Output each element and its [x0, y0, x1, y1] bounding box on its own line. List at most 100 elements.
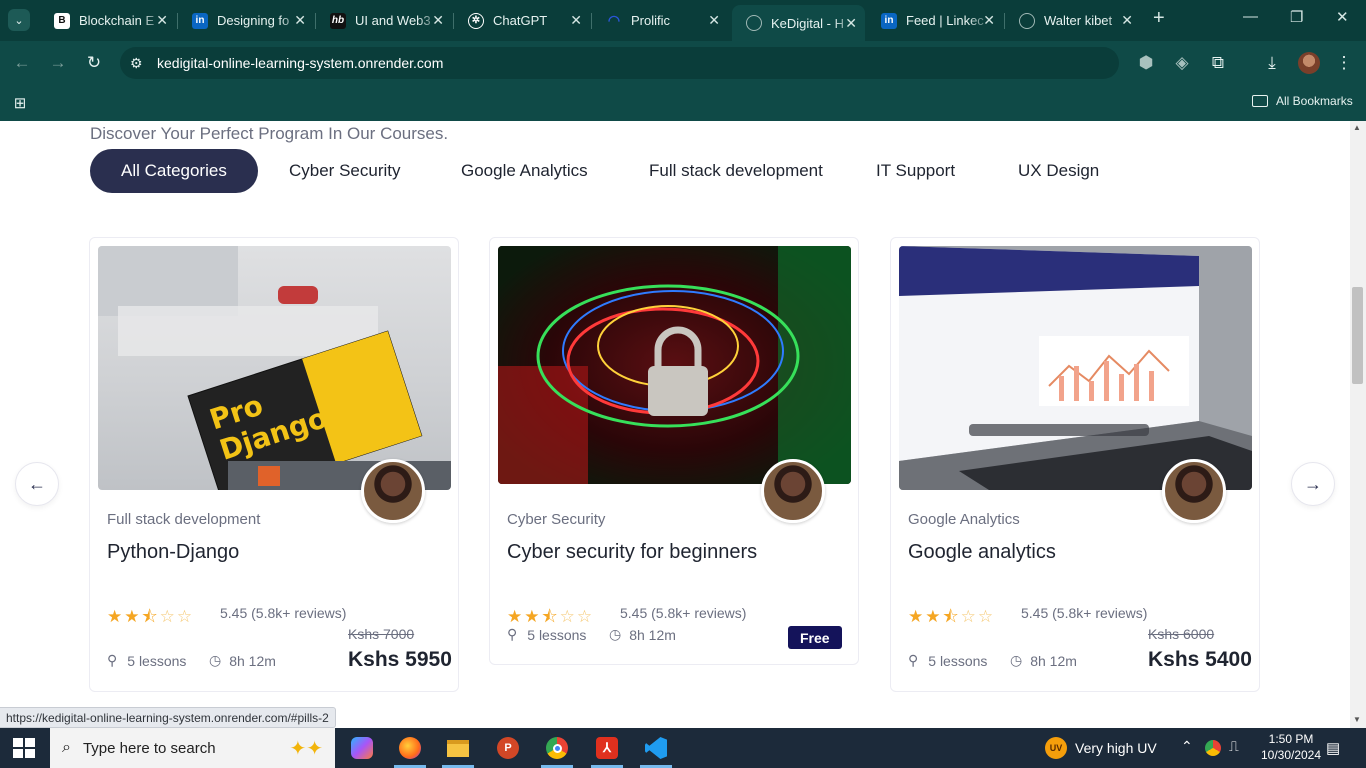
- tab-search-button[interactable]: ⌄: [8, 9, 30, 31]
- restore-icon[interactable]: ❐: [1290, 8, 1303, 26]
- url-text[interactable]: kedigital-online-learning-system.onrende…: [157, 55, 443, 71]
- lessons-icon: ⚲: [908, 652, 919, 668]
- new-tab-plus-icon[interactable]: +: [1153, 7, 1165, 30]
- tab-strip: ⌄ B Blockchain E ✕ in Designing fo ✕ hb …: [0, 0, 1366, 41]
- course-duration: ◷ 8h 12m: [1010, 652, 1077, 669]
- course-price: Kshs 5400: [1148, 648, 1252, 671]
- chevron-up-icon[interactable]: ⌃: [1181, 738, 1193, 755]
- course-card[interactable]: Pro Django Full stack development Python…: [89, 237, 459, 692]
- category-pill-ux-design[interactable]: UX Design: [1018, 149, 1099, 193]
- scroll-down-icon[interactable]: ▼: [1353, 715, 1361, 724]
- taskbar-firefox-icon[interactable]: [386, 728, 434, 768]
- all-bookmarks-button[interactable]: All Bookmarks: [1252, 94, 1353, 108]
- lessons-icon: ⚲: [107, 652, 118, 668]
- course-card[interactable]: Google Analytics Google analytics ★★⯪☆☆ …: [890, 237, 1260, 692]
- taskbar-acrobat-icon[interactable]: ⅄: [583, 728, 631, 768]
- linkedin-favicon-icon: in: [192, 12, 208, 29]
- browser-tab[interactable]: hb UI and Web3 ✕: [316, 4, 452, 37]
- close-icon[interactable]: ✕: [1121, 12, 1133, 29]
- blockchain-favicon-icon: B: [54, 12, 70, 29]
- close-icon[interactable]: ✕: [983, 12, 995, 29]
- course-duration: ◷ 8h 12m: [609, 626, 676, 643]
- tab-title: Feed | Linkec: [906, 13, 992, 28]
- search-highlight-icon: ✦✦: [289, 737, 323, 760]
- download-icon[interactable]: ⤓: [1260, 51, 1284, 75]
- close-icon[interactable]: ✕: [294, 12, 306, 29]
- close-icon[interactable]: ✕: [708, 12, 720, 29]
- course-thumbnail: [899, 246, 1252, 490]
- tray-chrome-icon[interactable]: [1205, 740, 1221, 756]
- taskbar-file-explorer-icon[interactable]: [434, 728, 482, 768]
- apps-grid-icon[interactable]: ⊞: [8, 91, 32, 115]
- extensions-puzzle-icon[interactable]: ⧉: [1206, 51, 1230, 75]
- close-icon[interactable]: ✕: [432, 12, 444, 29]
- prolific-favicon-icon: ◠: [607, 12, 621, 28]
- windows-start-icon[interactable]: [13, 738, 35, 758]
- profile-avatar[interactable]: [1298, 52, 1320, 74]
- taskbar-copilot-icon[interactable]: [338, 728, 386, 768]
- tab-title: UI and Web3: [355, 13, 441, 28]
- weather-text: Very high UV: [1075, 740, 1157, 756]
- category-pill-full-stack[interactable]: Full stack development: [649, 149, 823, 193]
- scrollbar-thumb[interactable]: [1352, 287, 1363, 384]
- close-icon[interactable]: ✕: [156, 12, 168, 29]
- tab-title: KeDigital - H: [771, 15, 857, 31]
- clock[interactable]: 1:50 PM 10/30/2024: [1257, 732, 1325, 762]
- course-rating: 5.45 (5.8k+ reviews): [620, 605, 747, 621]
- course-card[interactable]: Cyber Security Cyber security for beginn…: [489, 237, 859, 665]
- folder-icon: [1252, 95, 1268, 107]
- course-category: Full stack development: [107, 511, 261, 528]
- notifications-icon[interactable]: ▤: [1326, 739, 1340, 757]
- course-title[interactable]: Cyber security for beginners: [507, 541, 757, 564]
- all-bookmarks-label: All Bookmarks: [1276, 94, 1353, 108]
- network-icon[interactable]: ⎍: [1229, 738, 1239, 755]
- taskbar-search-box[interactable]: ⌕ Type here to search ✦✦: [50, 728, 335, 768]
- forward-arrow-icon[interactable]: →: [46, 51, 70, 75]
- tab-title: Prolific: [631, 13, 717, 28]
- browser-tab-active[interactable]: KeDigital - H ✕: [732, 5, 865, 41]
- back-arrow-icon[interactable]: ←: [10, 51, 34, 75]
- star-rating-icon: ★★⯪☆☆: [908, 607, 996, 626]
- close-icon[interactable]: ✕: [845, 15, 857, 32]
- taskbar-powerpoint-icon[interactable]: P: [484, 728, 532, 768]
- course-category: Google Analytics: [908, 511, 1020, 528]
- close-icon[interactable]: ✕: [570, 12, 582, 29]
- link-status-bar: https://kedigital-online-learning-system…: [0, 707, 336, 728]
- taskbar-chrome-icon[interactable]: [533, 728, 581, 768]
- window-close-icon[interactable]: ✕: [1336, 8, 1349, 26]
- browser-tab[interactable]: B Blockchain E ✕: [40, 4, 176, 37]
- category-pill-it-support[interactable]: IT Support: [876, 149, 955, 193]
- minimize-icon[interactable]: —: [1243, 8, 1258, 25]
- clock-time: 1:50 PM: [1268, 732, 1314, 746]
- browser-tab[interactable]: in Feed | Linkec ✕: [867, 4, 1003, 37]
- course-rating: 5.45 (5.8k+ reviews): [1021, 605, 1148, 621]
- carousel-next-button[interactable]: →: [1291, 462, 1335, 506]
- extension-badge-icon[interactable]: ◈: [1170, 51, 1194, 75]
- site-settings-icon[interactable]: ⚙: [130, 55, 154, 72]
- taskbar-vscode-icon[interactable]: [632, 728, 680, 768]
- weather-widget[interactable]: UV Very high UV: [1045, 737, 1157, 759]
- category-pill-all[interactable]: All Categories: [90, 149, 258, 193]
- lessons-icon: ⚲: [507, 626, 518, 642]
- bookmarks-bar: ⊞ All Bookmarks: [0, 85, 1366, 121]
- carousel-prev-button[interactable]: ←: [15, 462, 59, 506]
- browser-tab[interactable]: in Designing fo ✕: [178, 4, 314, 37]
- course-title[interactable]: Python-Django: [107, 541, 239, 564]
- category-pill-cyber-security[interactable]: Cyber Security: [289, 149, 400, 193]
- instructor-avatar: [361, 459, 425, 523]
- page-scrollbar[interactable]: ▲ ▼: [1350, 121, 1366, 728]
- address-bar[interactable]: ⚙ kedigital-online-learning-system.onren…: [120, 47, 1119, 79]
- browser-tab[interactable]: Walter kibet ✕: [1005, 4, 1141, 37]
- category-pill-google-analytics[interactable]: Google Analytics: [461, 149, 588, 193]
- reload-icon[interactable]: ↻: [82, 51, 106, 75]
- course-old-price: Kshs 7000: [348, 626, 415, 642]
- courses-intro: Discover Your Perfect Program In Our Cou…: [90, 124, 449, 143]
- scroll-up-icon[interactable]: ▲: [1353, 123, 1361, 132]
- extension-shield-icon[interactable]: ⬢: [1134, 51, 1158, 75]
- page-content: Discover Your Perfect Program In Our Cou…: [0, 121, 1350, 728]
- course-title[interactable]: Google analytics: [908, 541, 1056, 564]
- menu-kebab-icon[interactable]: ⋮: [1332, 51, 1356, 75]
- course-duration: ◷ 8h 12m: [209, 652, 276, 669]
- browser-tab[interactable]: ✲ ChatGPT ✕: [454, 4, 590, 37]
- browser-tab[interactable]: ◠ Prolific ✕: [592, 4, 728, 37]
